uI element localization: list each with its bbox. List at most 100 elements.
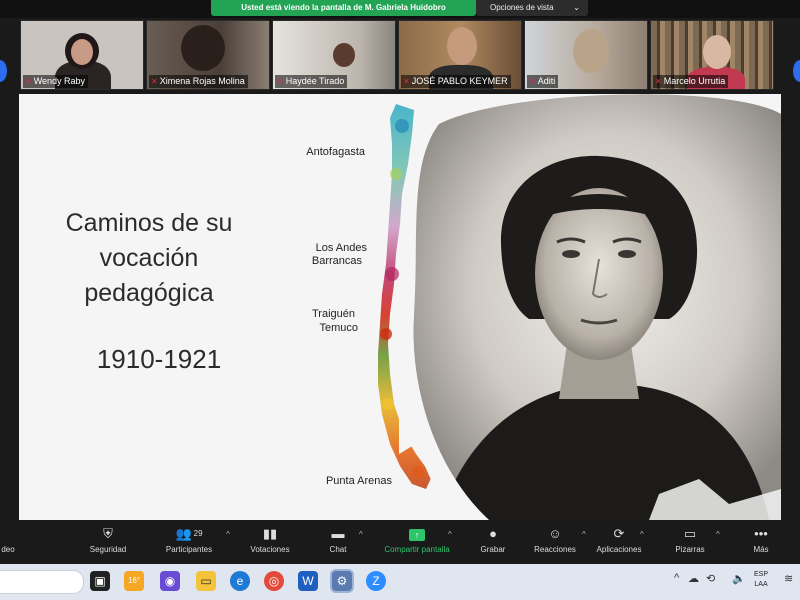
participants-button[interactable]: 👥 29 Participantes — [158, 520, 220, 564]
reactions-caret-icon[interactable]: ^ — [582, 530, 586, 539]
share-screen-button[interactable]: ↑ Compartir pantalla — [374, 520, 460, 564]
task-view-icon[interactable]: ▣ — [90, 571, 110, 591]
place-label: Temuco — [319, 322, 358, 334]
slide-years: 1910-1921 — [96, 344, 222, 374]
participant-video-face — [333, 43, 355, 67]
record-icon: ● — [489, 526, 497, 541]
participant-video-face — [703, 35, 731, 69]
participant-video-face — [181, 25, 225, 71]
participant-name: ✕ JOSÉ PABLO KEYMER — [401, 75, 511, 88]
next-page-arrow[interactable] — [793, 60, 800, 82]
mic-muted-icon: ✕ — [277, 77, 284, 86]
whiteboards-label: Pizarras — [675, 545, 705, 554]
reactions-button[interactable]: ☺ Reacciones — [528, 520, 582, 564]
participant-name: ✕ Aditi — [527, 75, 559, 88]
more-dots-icon: ••• — [754, 526, 768, 541]
meeting-toolbar: deo ⛨ Seguridad 👥 29 Participantes ^ ▮▮ V… — [0, 520, 800, 564]
more-label: Más — [753, 545, 769, 554]
participant-tile[interactable]: ✕ Haydée Tirado — [272, 20, 396, 90]
participant-name: ✕ Marcelo Urrutia — [653, 75, 729, 88]
place-label: Los Andes — [315, 242, 367, 254]
participant-video-face — [447, 27, 477, 65]
zoom-app-icon[interactable]: Z — [366, 571, 386, 591]
mic-muted-icon: ✕ — [529, 77, 536, 86]
more-button[interactable]: ••• Más — [746, 520, 776, 564]
place-label: Antofagasta — [306, 146, 365, 158]
windows-taskbar: ▣ 16° ◉ ▭ e ◎ W ⚙ Z ^ ☁ ⟲ 🔈 ESP LAA ≋ — [0, 564, 800, 600]
security-button[interactable]: ⛨ Seguridad — [80, 520, 136, 564]
participant-tile[interactable]: ✕ Marcelo Urrutia — [650, 20, 774, 90]
security-label: Seguridad — [89, 545, 127, 554]
weather-icon[interactable]: 16° — [124, 571, 144, 591]
whiteboards-caret-icon[interactable]: ^ — [716, 530, 720, 539]
language-indicator[interactable]: ESP LAA — [754, 570, 768, 590]
prev-page-arrow[interactable] — [0, 60, 7, 82]
apps-button[interactable]: ⟳ Aplicaciones — [590, 520, 648, 564]
mic-muted-icon: ✕ — [25, 77, 32, 86]
participant-name: ✕ Haydée Tirado — [275, 75, 348, 88]
teams-chat-icon[interactable]: ◉ — [160, 571, 180, 591]
word-icon[interactable]: W — [298, 571, 318, 591]
reactions-label: Reacciones — [534, 545, 576, 554]
mic-muted-icon: ✕ — [655, 77, 662, 86]
sharing-indicator: Usted está viendo la pantalla de M. Gabr… — [211, 0, 476, 16]
participant-name: ✕ Wendy Raby — [23, 75, 89, 88]
place-label: Barrancas — [311, 255, 362, 267]
chat-bubble-icon: ▬ — [331, 526, 345, 541]
tray-chevron-icon[interactable]: ^ — [674, 572, 679, 584]
share-screen-label: Compartir pantalla — [384, 545, 450, 554]
whiteboard-icon: ▭ — [683, 526, 697, 541]
keyboard-layout: LAA — [754, 581, 768, 588]
participants-icon: 👥 29 — [175, 526, 203, 541]
portrait-photo — [399, 94, 781, 520]
shield-icon: ⛨ — [103, 526, 113, 541]
wifi-icon[interactable]: ≋ — [784, 572, 793, 585]
participants-count: 29 — [193, 529, 203, 538]
chevron-down-icon: ⌄ — [573, 3, 580, 12]
cloud-icon[interactable]: ☁ — [688, 572, 699, 585]
chat-label: Chat — [329, 545, 347, 554]
participant-tile[interactable]: ✕ Aditi — [524, 20, 648, 90]
video-button[interactable]: deo — [0, 520, 16, 564]
chat-caret-icon[interactable]: ^ — [359, 530, 363, 539]
participant-strip: ✕ Wendy Raby ✕ Ximena Rojas Molina ✕ Haydée… — [0, 18, 800, 92]
share-banner: Usted está viendo la pantalla de M. Gabr… — [0, 0, 800, 18]
participants-caret-icon[interactable]: ^ — [226, 530, 230, 539]
participants-label: Participantes — [165, 545, 213, 554]
language-code: ESP — [754, 571, 769, 578]
slide-title-line: Caminos de su — [65, 209, 233, 237]
slide-title: Caminos de su vocación pedagógica — [49, 206, 249, 311]
whiteboards-button[interactable]: ▭ Pizarras — [668, 520, 712, 564]
polls-button[interactable]: ▮▮ Votaciones — [244, 520, 296, 564]
record-label: Grabar — [480, 545, 506, 554]
participant-name: ✕ Ximena Rojas Molina — [149, 75, 248, 88]
polls-label: Votaciones — [250, 545, 290, 554]
shared-screen: Caminos de su vocación pedagógica 1910-1… — [19, 94, 781, 520]
sync-icon[interactable]: ⟲ — [706, 572, 715, 585]
share-caret-icon[interactable]: ^ — [448, 530, 452, 539]
weather-temp: 16° — [127, 576, 141, 585]
file-explorer-icon[interactable]: ▭ — [196, 571, 216, 591]
mic-muted-icon: ✕ — [151, 77, 158, 86]
slide-title-line: vocación — [99, 244, 199, 272]
participant-tile[interactable]: ✕ JOSÉ PABLO KEYMER — [398, 20, 522, 90]
place-label: Traiguén — [311, 308, 355, 320]
taskbar-search-box[interactable] — [0, 570, 84, 594]
participant-tile[interactable]: ✕ Wendy Raby — [20, 20, 144, 90]
video-icon — [0, 526, 16, 542]
view-options-button[interactable]: Opciones de vista ⌄ — [476, 0, 588, 16]
speaker-icon[interactable]: 🔈 — [732, 572, 746, 585]
participant-video-face — [573, 29, 609, 73]
edge-browser-icon[interactable]: e — [230, 571, 250, 591]
slide-title-line: pedagógica — [84, 279, 214, 307]
chrome-browser-icon[interactable]: ◎ — [264, 571, 284, 591]
record-button[interactable]: ● Grabar — [474, 520, 512, 564]
participant-tile[interactable]: ✕ Ximena Rojas Molina — [146, 20, 270, 90]
settings-gear-icon[interactable]: ⚙ — [332, 571, 352, 591]
apps-label: Aplicaciones — [596, 545, 642, 554]
bar-chart-icon: ▮▮ — [262, 526, 278, 541]
view-options-label: Opciones de vista — [490, 3, 554, 12]
video-label: deo — [1, 545, 15, 554]
apps-caret-icon[interactable]: ^ — [640, 530, 644, 539]
chat-button[interactable]: ▬ Chat — [320, 520, 356, 564]
